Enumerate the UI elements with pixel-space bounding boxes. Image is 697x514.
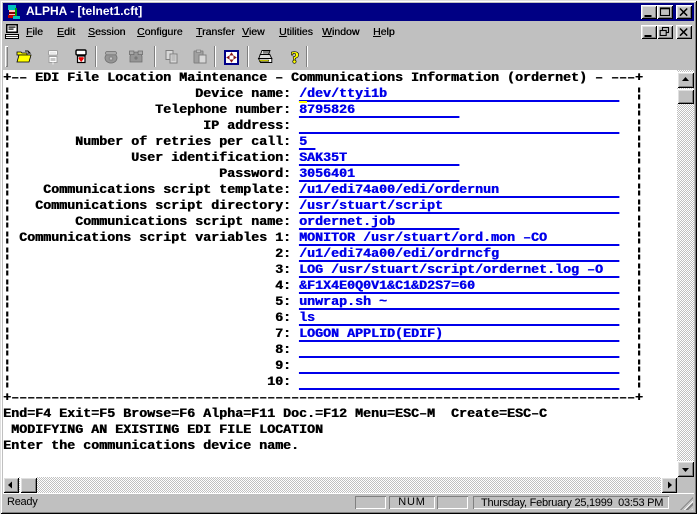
svg-text:?: ? (291, 49, 300, 65)
